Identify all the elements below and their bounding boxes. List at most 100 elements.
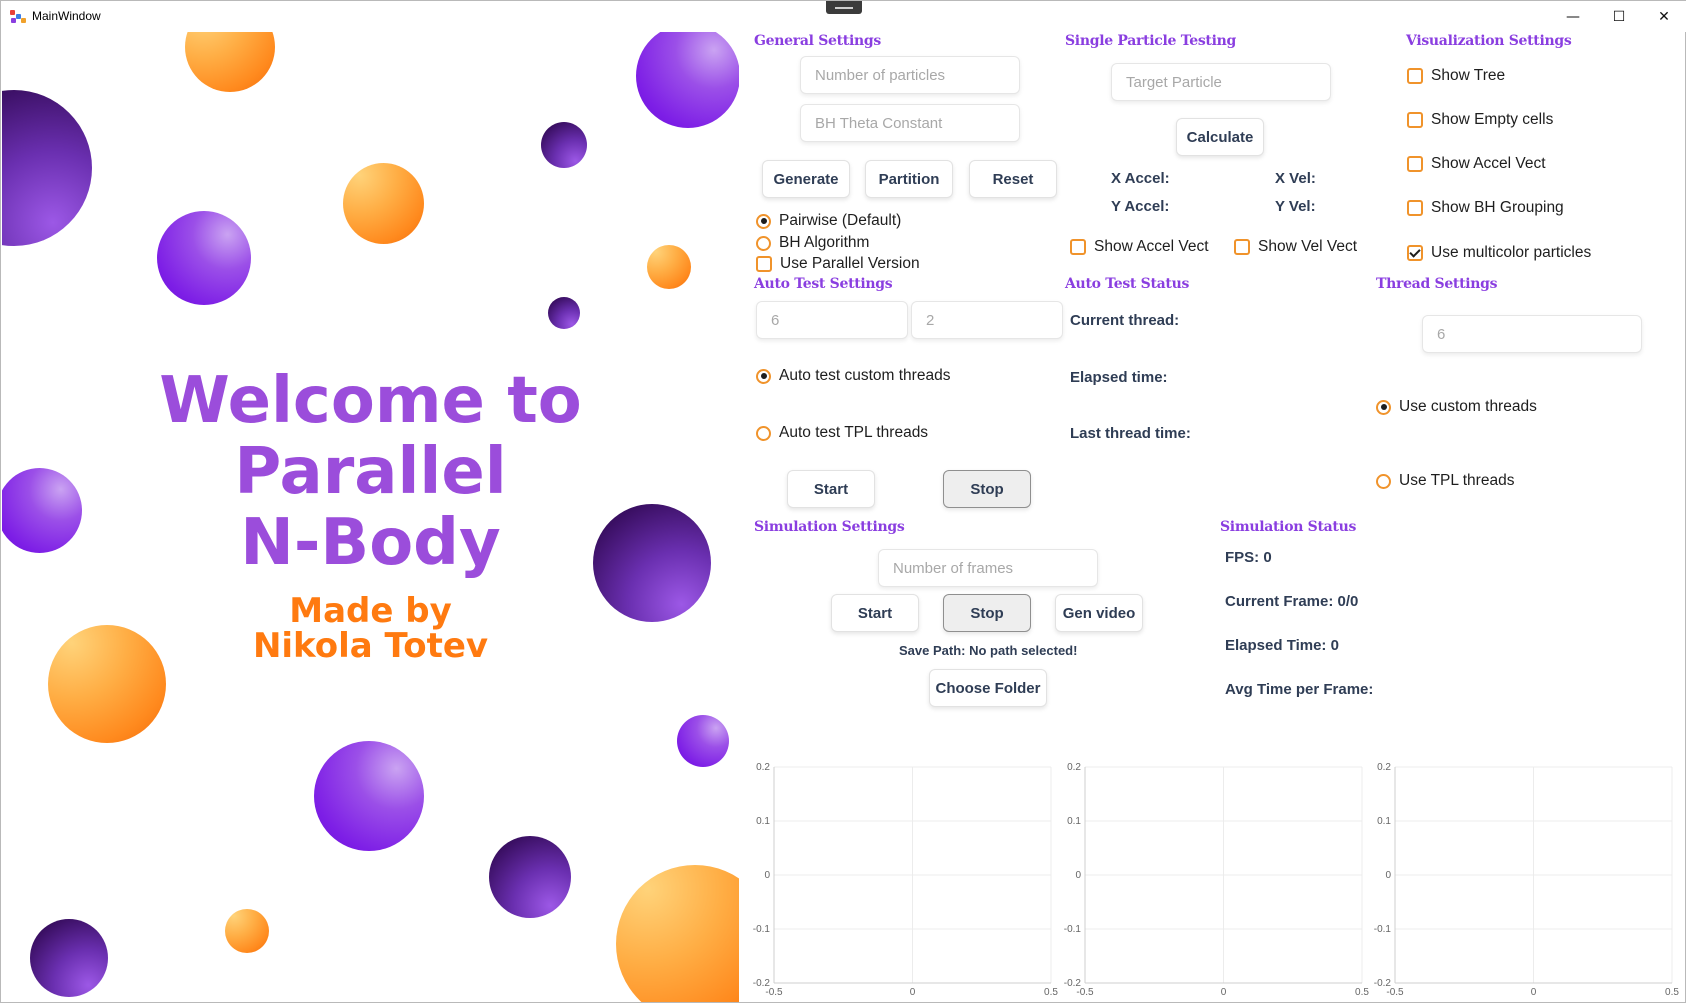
decor-ball bbox=[314, 741, 424, 851]
auto-test-custom-radio[interactable]: Auto test custom threads bbox=[756, 367, 950, 385]
minimize-icon[interactable]: — bbox=[1550, 1, 1596, 32]
show-vel-vect-label: Show Vel Vect bbox=[1258, 238, 1358, 255]
simulation-start-button[interactable]: Start bbox=[831, 594, 919, 632]
y-tick-label: -0.1 bbox=[753, 924, 771, 935]
x-tick-label: 0.5 bbox=[1044, 987, 1058, 998]
y-tick-label: 0 bbox=[1385, 870, 1391, 881]
close-icon[interactable]: ✕ bbox=[1641, 1, 1686, 32]
plot-panel-3[interactable]: 0.2 0.1 0 -0.1 -0.2 -0.5 0 0.5 bbox=[1374, 761, 1680, 1001]
theta-input[interactable]: BH Theta Constant bbox=[800, 104, 1020, 142]
current-thread-label: Current thread: bbox=[1070, 312, 1180, 329]
show-accel-vect-vis-checkbox[interactable]: Show Accel Vect bbox=[1407, 155, 1546, 173]
maximize-icon[interactable]: ☐ bbox=[1596, 1, 1642, 32]
simulation-status-title: Simulation Status bbox=[1220, 519, 1357, 535]
y-tick-label: 0.2 bbox=[756, 762, 770, 773]
app-icon bbox=[10, 10, 26, 24]
checkbox-indicator bbox=[1407, 200, 1423, 216]
show-bh-grouping-checkbox[interactable]: Show BH Grouping bbox=[1407, 199, 1564, 217]
fps-label: FPS: 0 bbox=[1225, 549, 1272, 566]
x-tick-label: 0.5 bbox=[1665, 987, 1679, 998]
y-tick-label: 0 bbox=[1075, 870, 1081, 881]
visualization-settings-title: Visualization Settings bbox=[1406, 33, 1572, 49]
checkbox-indicator bbox=[1407, 112, 1423, 128]
welcome-title-line1: Welcome to bbox=[159, 364, 582, 438]
auto-test-start-button[interactable]: Start bbox=[787, 470, 875, 508]
auto-test-min-threads-input[interactable]: 2 bbox=[911, 301, 1063, 339]
calculate-button[interactable]: Calculate bbox=[1176, 118, 1264, 156]
multicolor-particles-label: Use multicolor particles bbox=[1431, 244, 1592, 261]
window-title: MainWindow bbox=[32, 9, 101, 23]
checkbox-indicator bbox=[1234, 239, 1250, 255]
choose-folder-button[interactable]: Choose Folder bbox=[929, 669, 1047, 707]
splash-pane: Welcome to Parallel N-Body Made by Nikol… bbox=[2, 32, 739, 1002]
x-accel-label: X Accel: bbox=[1111, 170, 1170, 187]
threads-input[interactable]: 6 bbox=[1422, 315, 1642, 353]
use-tpl-threads-radio[interactable]: Use TPL threads bbox=[1376, 472, 1514, 490]
title-bar[interactable]: MainWindow — ☐ ✕ bbox=[1, 1, 1686, 32]
y-tick-label: -0.1 bbox=[1374, 924, 1392, 935]
show-empty-cells-label: Show Empty cells bbox=[1431, 111, 1554, 128]
plot-panel-1[interactable]: 0.2 0.1 0 -0.1 -0.2 -0.5 0 0.5 bbox=[753, 761, 1059, 1001]
radio-indicator bbox=[756, 425, 771, 441]
decor-ball bbox=[157, 211, 251, 305]
show-vel-vect-checkbox[interactable]: Show Vel Vect bbox=[1234, 238, 1357, 256]
decor-ball bbox=[541, 122, 587, 168]
parallel-version-checkbox[interactable]: Use Parallel Version bbox=[756, 255, 920, 273]
auto-test-settings-title: Auto Test Settings bbox=[754, 276, 893, 292]
x-tick-label: 0 bbox=[1221, 987, 1227, 998]
simulation-settings-title: Simulation Settings bbox=[754, 519, 905, 535]
made-by-line2: Nikola Totev bbox=[252, 626, 489, 666]
multicolor-particles-checkbox[interactable]: Use multicolor particles bbox=[1407, 244, 1591, 262]
auto-test-stop-button[interactable]: Stop bbox=[943, 470, 1031, 508]
checkbox-indicator bbox=[1407, 68, 1423, 84]
y-tick-label: 0.1 bbox=[756, 816, 770, 827]
elapsed-time-label: Elapsed time: bbox=[1070, 369, 1168, 386]
show-tree-label: Show Tree bbox=[1431, 67, 1506, 84]
show-tree-checkbox[interactable]: Show Tree bbox=[1407, 67, 1505, 85]
bh-algorithm-radio[interactable]: BH Algorithm bbox=[756, 234, 869, 252]
use-custom-threads-radio[interactable]: Use custom threads bbox=[1376, 398, 1537, 416]
generate-button[interactable]: Generate bbox=[762, 160, 850, 198]
simulation-stop-button[interactable]: Stop bbox=[943, 594, 1031, 632]
welcome-title-line2: Parallel bbox=[234, 435, 507, 509]
show-accel-vect-checkbox[interactable]: Show Accel Vect bbox=[1070, 238, 1209, 256]
save-path-label: Save Path: No path selected! bbox=[899, 643, 1078, 658]
decor-ball bbox=[677, 715, 729, 767]
last-thread-time-label: Last thread time: bbox=[1070, 425, 1191, 442]
decor-ball bbox=[30, 919, 108, 997]
y-tick-label: 0.1 bbox=[1067, 816, 1081, 827]
x-vel-label: X Vel: bbox=[1275, 170, 1316, 187]
reset-button[interactable]: Reset bbox=[969, 160, 1057, 198]
pairwise-label: Pairwise (Default) bbox=[779, 212, 902, 229]
target-particle-input[interactable]: Target Particle bbox=[1111, 63, 1331, 101]
bh-algorithm-label: BH Algorithm bbox=[779, 234, 870, 251]
frames-input[interactable]: Number of frames bbox=[878, 549, 1098, 587]
use-tpl-threads-label: Use TPL threads bbox=[1399, 472, 1515, 489]
partition-button[interactable]: Partition bbox=[865, 160, 953, 198]
show-empty-cells-checkbox[interactable]: Show Empty cells bbox=[1407, 111, 1553, 129]
plot-panel-2[interactable]: 0.2 0.1 0 -0.1 -0.2 -0.5 0 0.5 bbox=[1064, 761, 1370, 1001]
checkbox-indicator bbox=[1407, 156, 1423, 172]
show-bh-grouping-label: Show BH Grouping bbox=[1431, 199, 1564, 216]
parallel-version-label: Use Parallel Version bbox=[780, 255, 920, 272]
decor-ball bbox=[616, 865, 739, 1002]
y-tick-label: 0.2 bbox=[1067, 762, 1081, 773]
drag-handle[interactable] bbox=[826, 1, 862, 14]
show-accel-vect-vis-label: Show Accel Vect bbox=[1431, 155, 1546, 172]
radio-indicator bbox=[756, 213, 771, 229]
particles-input[interactable]: Number of particles bbox=[800, 56, 1020, 94]
use-custom-threads-label: Use custom threads bbox=[1399, 398, 1537, 415]
show-accel-vect-label: Show Accel Vect bbox=[1094, 238, 1209, 255]
y-tick-label: 0.2 bbox=[1377, 762, 1391, 773]
y-accel-label: Y Accel: bbox=[1111, 198, 1170, 215]
radio-indicator bbox=[756, 368, 771, 384]
x-tick-label: 0 bbox=[910, 987, 916, 998]
gen-video-button[interactable]: Gen video bbox=[1055, 594, 1143, 632]
pairwise-radio[interactable]: Pairwise (Default) bbox=[756, 212, 901, 230]
auto-test-max-threads-input[interactable]: 6 bbox=[756, 301, 908, 339]
decor-ball bbox=[548, 297, 580, 329]
radio-indicator bbox=[756, 235, 771, 251]
main-window: MainWindow — ☐ ✕ Welcome to Parallel N-B… bbox=[0, 0, 1686, 1003]
elapsed-time-sim-label: Elapsed Time: 0 bbox=[1225, 637, 1339, 654]
auto-test-tpl-radio[interactable]: Auto test TPL threads bbox=[756, 424, 928, 442]
